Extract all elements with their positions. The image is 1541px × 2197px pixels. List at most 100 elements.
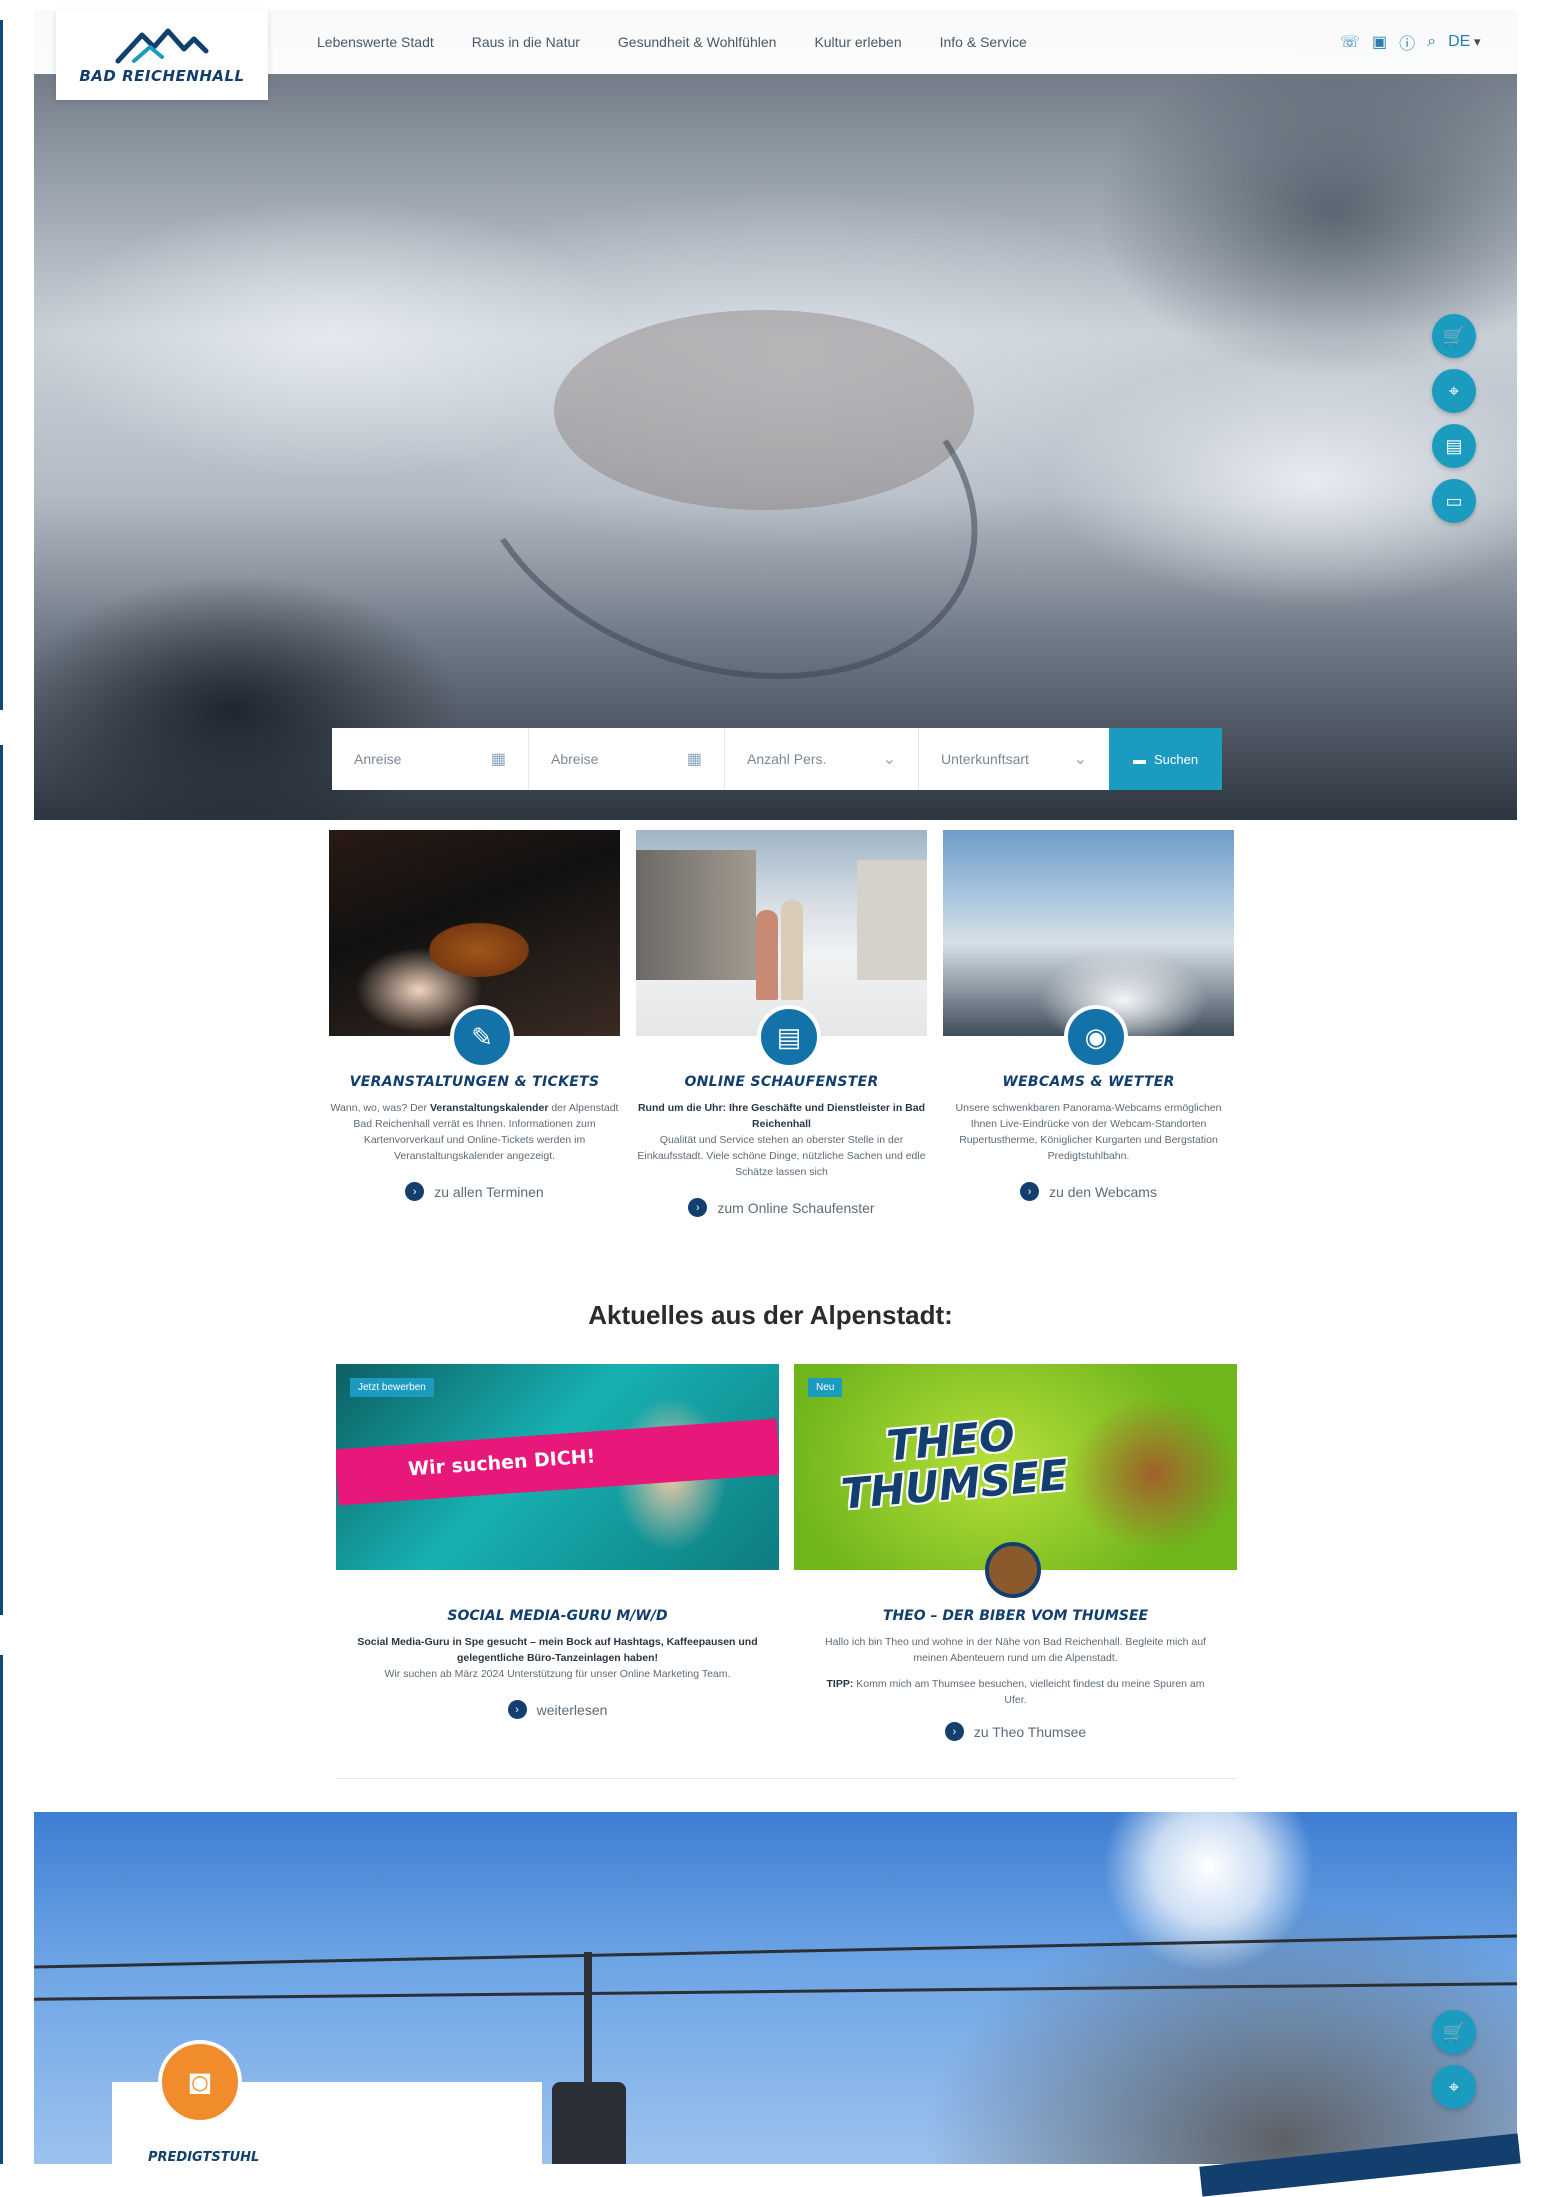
hero-image <box>34 10 1517 820</box>
news-tip-bold: TIPP: <box>826 1678 854 1690</box>
card-text-post: Qualität und Service stehen an oberster … <box>637 1134 926 1178</box>
webcam-icon: ◉ <box>1064 1005 1128 1069</box>
book-icon[interactable]: ▭ <box>1432 479 1476 523</box>
news-text: Social Media-Guru in Spe gesucht – mein … <box>336 1634 779 1682</box>
edge-line <box>0 20 3 710</box>
chevron-right-icon: › <box>405 1182 425 1201</box>
card-text: Rund um die Uhr: Ihre Geschäfte und Dien… <box>636 1100 927 1180</box>
news-text-bold: Social Media-Guru in Spe gesucht – mein … <box>357 1636 758 1664</box>
pedestrian <box>756 910 778 1000</box>
news-link-label: weiterlesen <box>536 1701 608 1718</box>
gondola-arm <box>584 1952 592 2092</box>
card-text-bold: Rund um die Uhr: Ihre Geschäfte und Dien… <box>637 1102 926 1130</box>
persons-label: Anzahl Pers. <box>747 751 827 767</box>
chevron-right-icon: › <box>944 1722 964 1741</box>
news-image-guru[interactable]: Wir suchen DICH! Jetzt bewerben <box>336 1364 779 1570</box>
news-text: Hallo ich bin Theo und wohne in der Nähe… <box>825 1636 1206 1664</box>
news-text-post: Wir suchen ab März 2024 Unterstützung fü… <box>384 1668 731 1680</box>
news-image-theo[interactable]: THEO THUMSEE Neu <box>794 1364 1237 1570</box>
card-link-label: zum Online Schaufenster <box>717 1199 875 1216</box>
card-text-pre: Wann, wo, was? Der <box>330 1102 430 1114</box>
edge-line <box>0 1655 3 2164</box>
card-link[interactable]: › zu den Webcams <box>943 1182 1234 1201</box>
persons-select[interactable]: Anzahl Pers. ⌄ <box>725 728 919 790</box>
calendar-icon: ▦ <box>686 751 702 768</box>
card-events: ✎ VERANSTALTUNGEN & TICKETS Wann, wo, wa… <box>329 830 620 1201</box>
card-shopwindow: ▤ ONLINE SCHAUFENSTER Rund um die Uhr: I… <box>636 830 927 1217</box>
card-webcams: ◉ WEBCAMS & WETTER Unsere schwenkbaren P… <box>943 830 1234 1201</box>
search-icon[interactable]: ⌕ <box>1427 33 1436 51</box>
chevron-down-icon: ⌄ <box>882 751 896 768</box>
mountain-logo-icon <box>115 28 209 64</box>
logo-text: BAD REICHENHALL <box>79 67 245 85</box>
language-selector[interactable]: DE ▾ <box>1448 33 1480 51</box>
shop-facade <box>636 850 756 980</box>
card-text: Wann, wo, was? Der Veranstaltungskalende… <box>329 1100 620 1164</box>
section-divider <box>336 1778 1236 1779</box>
language-label: DE <box>1448 33 1471 50</box>
bus-icon[interactable]: ▣ <box>1372 32 1387 52</box>
search-button-label: Suchen <box>1153 751 1199 767</box>
camera-icon[interactable]: ◙ <box>158 2040 242 2124</box>
chevron-right-icon: › <box>1020 1182 1040 1201</box>
news-tip-text: Komm mich am Thumsee besuchen, vielleich… <box>853 1678 1205 1706</box>
location-icon[interactable]: ⌖ <box>1432 2065 1476 2109</box>
cable-line <box>34 1934 1517 1969</box>
gondola-cab <box>552 2082 626 2164</box>
arrival-field[interactable]: Anreise ▦ <box>332 728 529 790</box>
pedestrian <box>781 900 803 1000</box>
card-link-label: zu den Webcams <box>1049 1183 1157 1200</box>
nav-info-service[interactable]: Info & Service <box>921 34 1046 50</box>
photo-label: PREDIGTSTUHL <box>148 2150 260 2165</box>
arrival-label: Anreise <box>354 751 402 767</box>
header-tools: ☏ ▣ ⓘ ⌕ DE ▾ <box>1340 10 1481 74</box>
phone-icon[interactable]: ☏ <box>1340 32 1360 52</box>
cart-icon[interactable]: 🛒 <box>1432 314 1476 358</box>
news-link[interactable]: › weiterlesen <box>336 1700 779 1719</box>
card-link[interactable]: › zu allen Terminen <box>329 1182 620 1201</box>
ticket-icon: ✎ <box>450 1005 514 1069</box>
news-social-media: Wir suchen DICH! Jetzt bewerben SOCIAL M… <box>336 1364 779 1719</box>
info-icon[interactable]: ⓘ <box>1399 30 1415 54</box>
cable-line <box>34 1982 1517 2001</box>
shop-facade <box>857 860 927 980</box>
bed-icon: ▬ <box>1132 751 1146 767</box>
search-button[interactable]: ▬ Suchen <box>1109 728 1222 790</box>
card-link-label: zu allen Terminen <box>434 1183 544 1200</box>
booking-bar: Anreise ▦ Abreise ▦ Anzahl Pers. ⌄ Unter… <box>332 728 1222 790</box>
news-theo: THEO THUMSEE Neu THEO – DER BIBER VOM THU… <box>794 1364 1237 1741</box>
nav-raus-in-die-natur[interactable]: Raus in die Natur <box>453 34 599 50</box>
card-link[interactable]: › zum Online Schaufenster <box>636 1198 927 1217</box>
site-logo[interactable]: BAD REICHENHALL <box>56 10 268 100</box>
news-link[interactable]: › zu Theo Thumsee <box>794 1722 1237 1741</box>
cart-icon[interactable]: 🛒 <box>1432 2010 1476 2054</box>
storefront-icon: ▤ <box>757 1005 821 1069</box>
storefront-icon[interactable]: ▤ <box>1432 424 1476 468</box>
edge-line <box>0 745 3 1615</box>
nav-gesundheit[interactable]: Gesundheit & Wohlfühlen <box>599 34 796 50</box>
calendar-icon: ▦ <box>490 751 506 768</box>
gondola <box>552 1952 626 2164</box>
hero-river <box>421 238 1027 742</box>
main-nav: Lebenswerte Stadt Raus in die Natur Gesu… <box>298 10 1046 74</box>
news-tag: Jetzt bewerben <box>350 1378 434 1397</box>
departure-label: Abreise <box>551 751 599 767</box>
news-tag: Neu <box>808 1378 843 1397</box>
news-title: SOCIAL MEDIA-GURU M/W/D <box>447 1608 668 1624</box>
theo-line2: THUMSEE <box>839 1450 1070 1519</box>
nav-lebenswerte-stadt[interactable]: Lebenswerte Stadt <box>298 34 453 50</box>
chevron-down-icon: ⌄ <box>1073 751 1087 768</box>
accommodation-select[interactable]: Unterkunftsart ⌄ <box>919 728 1109 790</box>
news-tip: TIPP: Komm mich am Thumsee besuchen, vie… <box>794 1676 1237 1708</box>
location-icon[interactable]: ⌖ <box>1432 369 1476 413</box>
news-link-label: zu Theo Thumsee <box>973 1723 1087 1740</box>
chevron-right-icon: › <box>507 1700 527 1719</box>
news-section-title: Aktuelles aus der Alpenstadt: <box>588 1300 953 1330</box>
departure-field[interactable]: Abreise ▦ <box>529 728 725 790</box>
chevron-right-icon: › <box>688 1198 708 1217</box>
card-text: Unsere schwenkbaren Panorama-Webcams erm… <box>955 1102 1222 1162</box>
nav-kultur-erleben[interactable]: Kultur erleben <box>795 34 920 50</box>
theo-banner: THEO THUMSEE <box>836 1409 1070 1519</box>
accommodation-label: Unterkunftsart <box>941 751 1029 767</box>
card-text-bold: Veranstaltungskalender <box>429 1102 549 1114</box>
